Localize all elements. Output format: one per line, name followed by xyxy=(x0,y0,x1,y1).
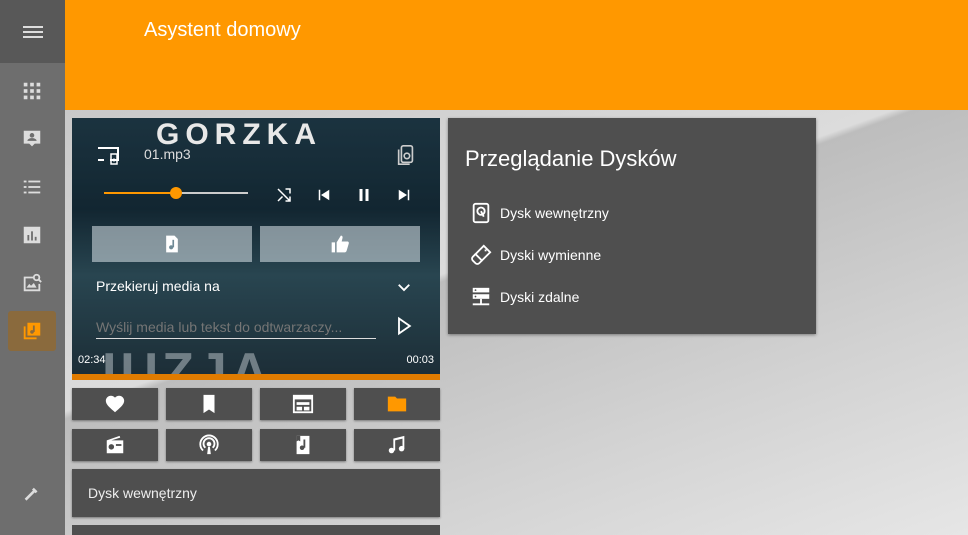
redirect-dropdown[interactable] xyxy=(395,278,413,296)
sidebar-item-chart[interactable] xyxy=(8,215,56,255)
sidebar-item-tools[interactable] xyxy=(8,476,56,516)
folder-icon xyxy=(387,396,407,412)
previous-button[interactable] xyxy=(313,184,335,206)
bookmarks-button[interactable] xyxy=(166,388,252,420)
current-drive-label[interactable]: Dysk wewnętrzny xyxy=(72,469,440,517)
hdd-icon xyxy=(472,202,490,224)
track-progress-bar[interactable] xyxy=(72,374,440,380)
skip-previous-icon xyxy=(318,189,330,201)
elapsed-time: 02:34 xyxy=(78,354,106,366)
hamburger-icon xyxy=(22,25,43,38)
pause-icon xyxy=(359,189,369,201)
audiobook-button[interactable] xyxy=(260,429,346,461)
chart-icon xyxy=(23,226,41,244)
audiobook-icon xyxy=(296,435,310,455)
heart-icon xyxy=(105,395,125,413)
disk-item-internal[interactable]: Dysk wewnętrzny xyxy=(470,201,609,225)
disk-browser-title: Przeglądanie Dysków xyxy=(465,146,677,171)
disk-item-remote[interactable]: Dyski zdalne xyxy=(470,285,579,309)
sidebar-item-list[interactable] xyxy=(8,167,56,207)
send-button[interactable] xyxy=(394,316,414,336)
volume-slider-fill xyxy=(104,192,176,194)
music-note-file-icon xyxy=(166,235,178,253)
redirect-media-label: Przekieruj media na xyxy=(96,278,220,294)
disk-item-removable[interactable]: Dyski wymienne xyxy=(470,243,601,267)
drive-list-item[interactable] xyxy=(72,525,440,535)
music-library-icon xyxy=(23,322,41,340)
sidebar-item-music[interactable] xyxy=(8,311,56,351)
podcast-icon xyxy=(199,434,219,455)
web-button[interactable] xyxy=(260,388,346,420)
chevron-down-icon xyxy=(398,284,410,292)
menu-button[interactable] xyxy=(0,0,65,63)
list-icon xyxy=(23,180,41,194)
media-player: GORZKA IUZJA 01.mp3 Przekieruj media na … xyxy=(72,118,440,380)
podcast-button[interactable] xyxy=(166,429,252,461)
music-button[interactable] xyxy=(354,429,440,461)
total-time: 00:03 xyxy=(406,354,434,366)
playlist-button[interactable] xyxy=(92,226,252,262)
bookmark-icon xyxy=(203,394,215,414)
sidebar-item-apps[interactable] xyxy=(8,71,56,111)
cast-device-icon xyxy=(98,147,119,165)
speaker-button[interactable] xyxy=(395,144,417,166)
track-filename: 01.mp3 xyxy=(144,146,191,162)
music-note-icon xyxy=(388,435,405,454)
disk-item-label: Dyski wymienne xyxy=(500,247,602,263)
app-header: Asystent domowy xyxy=(65,0,968,110)
next-button[interactable] xyxy=(393,184,415,206)
send-play-icon xyxy=(398,316,412,336)
apps-icon xyxy=(23,82,41,100)
shuffle-button[interactable] xyxy=(273,184,295,206)
speaker-group-icon xyxy=(397,145,414,165)
cast-device-button[interactable] xyxy=(96,144,120,168)
radio-button[interactable] xyxy=(72,429,158,461)
folder-button[interactable] xyxy=(354,388,440,420)
sidebar-item-image-search[interactable] xyxy=(8,263,56,303)
server-icon xyxy=(472,287,490,306)
sidebar-item-person[interactable] xyxy=(8,119,56,159)
shuffle-icon xyxy=(277,188,291,202)
like-button[interactable] xyxy=(260,226,420,262)
volume-slider-handle[interactable] xyxy=(170,187,182,199)
usb-icon xyxy=(471,244,492,265)
radio-icon xyxy=(106,435,124,454)
thumb-up-icon xyxy=(331,235,349,253)
disk-browser-panel: Przeglądanie Dysków Dysk wewnętrzny Dysk… xyxy=(448,118,816,334)
pause-button[interactable] xyxy=(353,184,375,206)
sidebar xyxy=(0,0,65,535)
favorites-button[interactable] xyxy=(72,388,158,420)
hammer-icon xyxy=(24,487,38,501)
skip-next-icon xyxy=(398,189,410,201)
image-search-icon xyxy=(23,273,42,292)
disk-item-label: Dyski zdalne xyxy=(500,289,580,305)
send-media-input[interactable] xyxy=(96,315,376,339)
person-card-icon xyxy=(23,130,41,147)
page-title: Asystent domowy xyxy=(144,19,301,41)
web-layout-icon xyxy=(292,394,314,414)
disk-item-label: Dysk wewnętrzny xyxy=(500,205,609,221)
